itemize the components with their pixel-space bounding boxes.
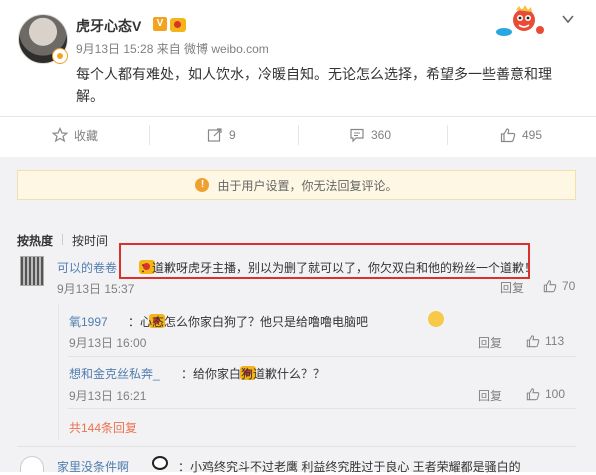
- favorite-button[interactable]: 收藏: [52, 127, 98, 143]
- more-replies-link[interactable]: 共144条回复: [69, 419, 137, 436]
- repost-button[interactable]: 9: [207, 127, 236, 143]
- divider: [62, 234, 63, 245]
- divider: [17, 446, 576, 447]
- comment-count: 360: [371, 128, 392, 142]
- commenter-name[interactable]: 家里没条件啊: [57, 458, 129, 475]
- reply-like-count: 100: [545, 387, 566, 401]
- reply-author[interactable]: 氧1997: [69, 313, 108, 330]
- chevron-down-icon[interactable]: [561, 12, 575, 26]
- reply-time: 9月13日 16:00: [69, 336, 147, 350]
- comment-like-count: 70: [562, 279, 576, 293]
- emoji-icon: [428, 311, 445, 327]
- verified-v-icon: V: [153, 17, 167, 31]
- like-button[interactable]: 495: [500, 127, 542, 143]
- thumbs-up-icon: [526, 388, 540, 401]
- post-username[interactable]: 虎牙心态V: [76, 16, 141, 36]
- comment-button[interactable]: 360: [349, 127, 391, 143]
- highlight-box: [119, 243, 530, 279]
- notice-text: 由于用户设置，你无法回复评论。: [217, 178, 398, 193]
- reply-button[interactable]: 回复: [500, 279, 524, 296]
- thumbs-up-icon: [500, 128, 516, 143]
- reply-time: 9月13日 16:21: [69, 389, 147, 403]
- thumbs-up-icon: [526, 335, 540, 348]
- member-medal-icon: [170, 18, 186, 32]
- divider: [68, 408, 576, 409]
- commenter-name[interactable]: 可以的卷卷: [57, 259, 117, 276]
- comment-like-button[interactable]: 70: [543, 279, 575, 293]
- reply-text: ：心态怎么你家白狗了？他只是给噜噜电脑吧: [128, 315, 369, 329]
- divider: [447, 125, 448, 145]
- reply-disabled-notice: ! 由于用户设置，你无法回复评论。: [17, 170, 576, 200]
- post-content: 每个人都有难处，如人饮水，冷暖自知。无论怎么选择，希望多一些善意和理解。: [76, 66, 552, 104]
- reply-text: ：给你家白狗道歉什么？？: [181, 367, 326, 381]
- comment-time: 9月13日 15:37: [57, 282, 135, 296]
- comment-text: ：小鸡终究斗不过老鹰 利益终究胜过于良心 王者荣耀都是骚白的: [178, 460, 521, 474]
- reply-author[interactable]: 想和金克丝私奔_: [69, 365, 160, 382]
- commenter-avatar[interactable]: [20, 256, 44, 286]
- favorite-label: 收藏: [74, 128, 99, 143]
- sort-hot-tab[interactable]: 按热度: [17, 232, 53, 249]
- divider: [68, 356, 576, 357]
- panda-icon: [152, 456, 168, 470]
- reply-button[interactable]: 回复: [478, 334, 502, 351]
- comment-icon: [350, 128, 364, 143]
- reply-like-button[interactable]: 113: [526, 334, 564, 348]
- post-meta: 9月13日 15:28 来自 微博 weibo.com: [76, 42, 269, 56]
- weibo-mascot-icon: [496, 5, 544, 36]
- reply-like-button[interactable]: 100: [526, 387, 565, 401]
- divider: [298, 125, 299, 145]
- star-icon: [52, 127, 68, 143]
- divider: [149, 125, 150, 145]
- thumbs-up-icon: [543, 280, 557, 293]
- sort-time-tab[interactable]: 按时间: [72, 232, 108, 249]
- divider: [0, 116, 596, 117]
- like-count: 495: [522, 128, 543, 142]
- reply-like-count: 113: [545, 334, 565, 348]
- info-icon: !: [195, 178, 210, 192]
- repost-icon: [207, 128, 222, 142]
- reply-button[interactable]: 回复: [478, 387, 502, 404]
- medal-badge-icon: [52, 48, 68, 64]
- repost-count: 9: [229, 128, 236, 142]
